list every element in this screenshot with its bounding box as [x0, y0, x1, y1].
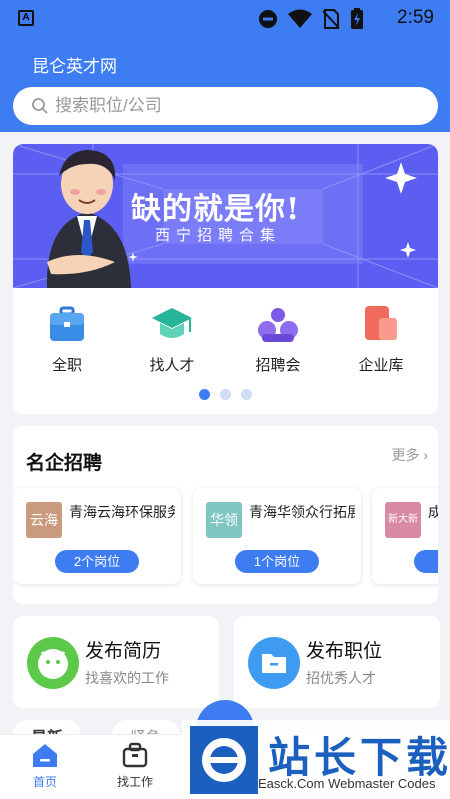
- do-not-disturb-icon: [259, 10, 277, 28]
- folder-icon: [248, 637, 300, 689]
- watermark: 站长下载 Easck.Com Webmaster Codes: [182, 720, 450, 799]
- category-job-fair[interactable]: 招聘会: [233, 304, 323, 375]
- category-label: 企业库: [358, 357, 404, 374]
- nav-find-job[interactable]: 找工作: [100, 741, 170, 790]
- search-bar[interactable]: [13, 87, 438, 125]
- company-card[interactable]: 新大新 成 3: [372, 488, 438, 584]
- post-title: 发布简历: [85, 641, 162, 662]
- company-library-icon: [365, 306, 397, 340]
- businessman-illustration: [46, 150, 131, 288]
- job-count-button[interactable]: 2个岗位: [55, 550, 139, 573]
- search-input[interactable]: [55, 91, 415, 121]
- company-logo: 新大新: [385, 502, 421, 538]
- post-title: 发布职位: [306, 641, 383, 662]
- category-fulltime[interactable]: 全职: [22, 304, 112, 375]
- company-name: 成: [428, 504, 438, 520]
- post-subtitle: 找喜欢的工作: [85, 670, 169, 686]
- job-count-button[interactable]: 3: [414, 550, 438, 573]
- tab-urgent[interactable]: 紧急: [112, 720, 181, 734]
- nav-home[interactable]: 首页: [10, 741, 80, 790]
- search-icon: [32, 98, 48, 114]
- post-subtitle: 招优秀人才: [306, 670, 376, 686]
- category-label: 找人才: [149, 357, 195, 374]
- category-grid: 全职 找人才 招聘会 企业库: [13, 304, 438, 380]
- company-card[interactable]: 华领 青海华领众行拓展 1个岗位: [193, 488, 361, 584]
- category-company-library[interactable]: 企业库: [336, 304, 426, 375]
- tab-label: 紧急: [112, 720, 180, 734]
- briefcase-icon: [50, 306, 84, 341]
- nav-label: 找工作: [116, 775, 153, 789]
- resume-face-icon: [27, 637, 79, 689]
- carousel-dot[interactable]: [220, 389, 231, 400]
- company-logo: 云海: [26, 502, 62, 538]
- battery-charging-icon: [351, 8, 363, 29]
- company-name: 青海云海环保服务: [69, 504, 175, 520]
- home-icon: [33, 744, 57, 767]
- status-bar: A 2:59: [0, 0, 450, 36]
- post-job-card[interactable]: 发布职位 招优秀人才: [234, 616, 440, 708]
- section-title: 名企招聘: [26, 453, 103, 474]
- banner-subtitle: 西宁招聘合集: [155, 227, 282, 244]
- post-resume-card[interactable]: 发布简历 找喜欢的工作: [13, 616, 219, 708]
- famous-companies-card: 名企招聘 更多 › 云海 青海云海环保服务 2个岗位 华领 青海华领众行拓展 1…: [13, 426, 438, 604]
- category-label: 全职: [51, 357, 82, 374]
- watermark-logo: [190, 726, 258, 794]
- tab-label: 最新: [13, 720, 81, 734]
- status-clock: 2:59: [397, 7, 434, 28]
- top-card: 缺的就是你! 西宁招聘合集 全职 找人才 招聘会 企业库: [13, 144, 438, 414]
- banner-headline: 缺的就是你!: [131, 192, 301, 227]
- carousel-dot[interactable]: [199, 389, 210, 400]
- status-icons: [258, 8, 364, 30]
- category-find-talent[interactable]: 找人才: [127, 304, 217, 375]
- app-notification-icon: A: [18, 10, 34, 26]
- more-link[interactable]: 更多 ›: [391, 445, 428, 465]
- header: 昆仑英才网: [0, 36, 450, 132]
- nav-label: 首页: [32, 775, 57, 789]
- wifi-icon: [288, 9, 312, 28]
- app-title: 昆仑英才网: [32, 57, 117, 76]
- no-sim-icon: [322, 9, 340, 29]
- banner[interactable]: 缺的就是你! 西宁招聘合集: [13, 144, 438, 288]
- more-label: 更多: [391, 447, 420, 463]
- chevron-right-icon: ›: [423, 447, 428, 463]
- people-group-icon: [258, 308, 298, 342]
- company-name: 青海华领众行拓展: [249, 504, 355, 520]
- briefcase-nav-icon: [122, 742, 148, 768]
- graduation-cap-icon: [152, 308, 192, 338]
- watermark-subtext: Easck.Com Webmaster Codes: [258, 776, 436, 791]
- company-card[interactable]: 云海 青海云海环保服务 2个岗位: [13, 488, 181, 584]
- company-logo: 华领: [206, 502, 242, 538]
- carousel-dot[interactable]: [241, 389, 252, 400]
- job-count-button[interactable]: 1个岗位: [235, 550, 319, 573]
- category-label: 招聘会: [255, 357, 301, 374]
- carousel-indicator: [13, 387, 438, 405]
- tab-latest[interactable]: 最新: [13, 720, 82, 734]
